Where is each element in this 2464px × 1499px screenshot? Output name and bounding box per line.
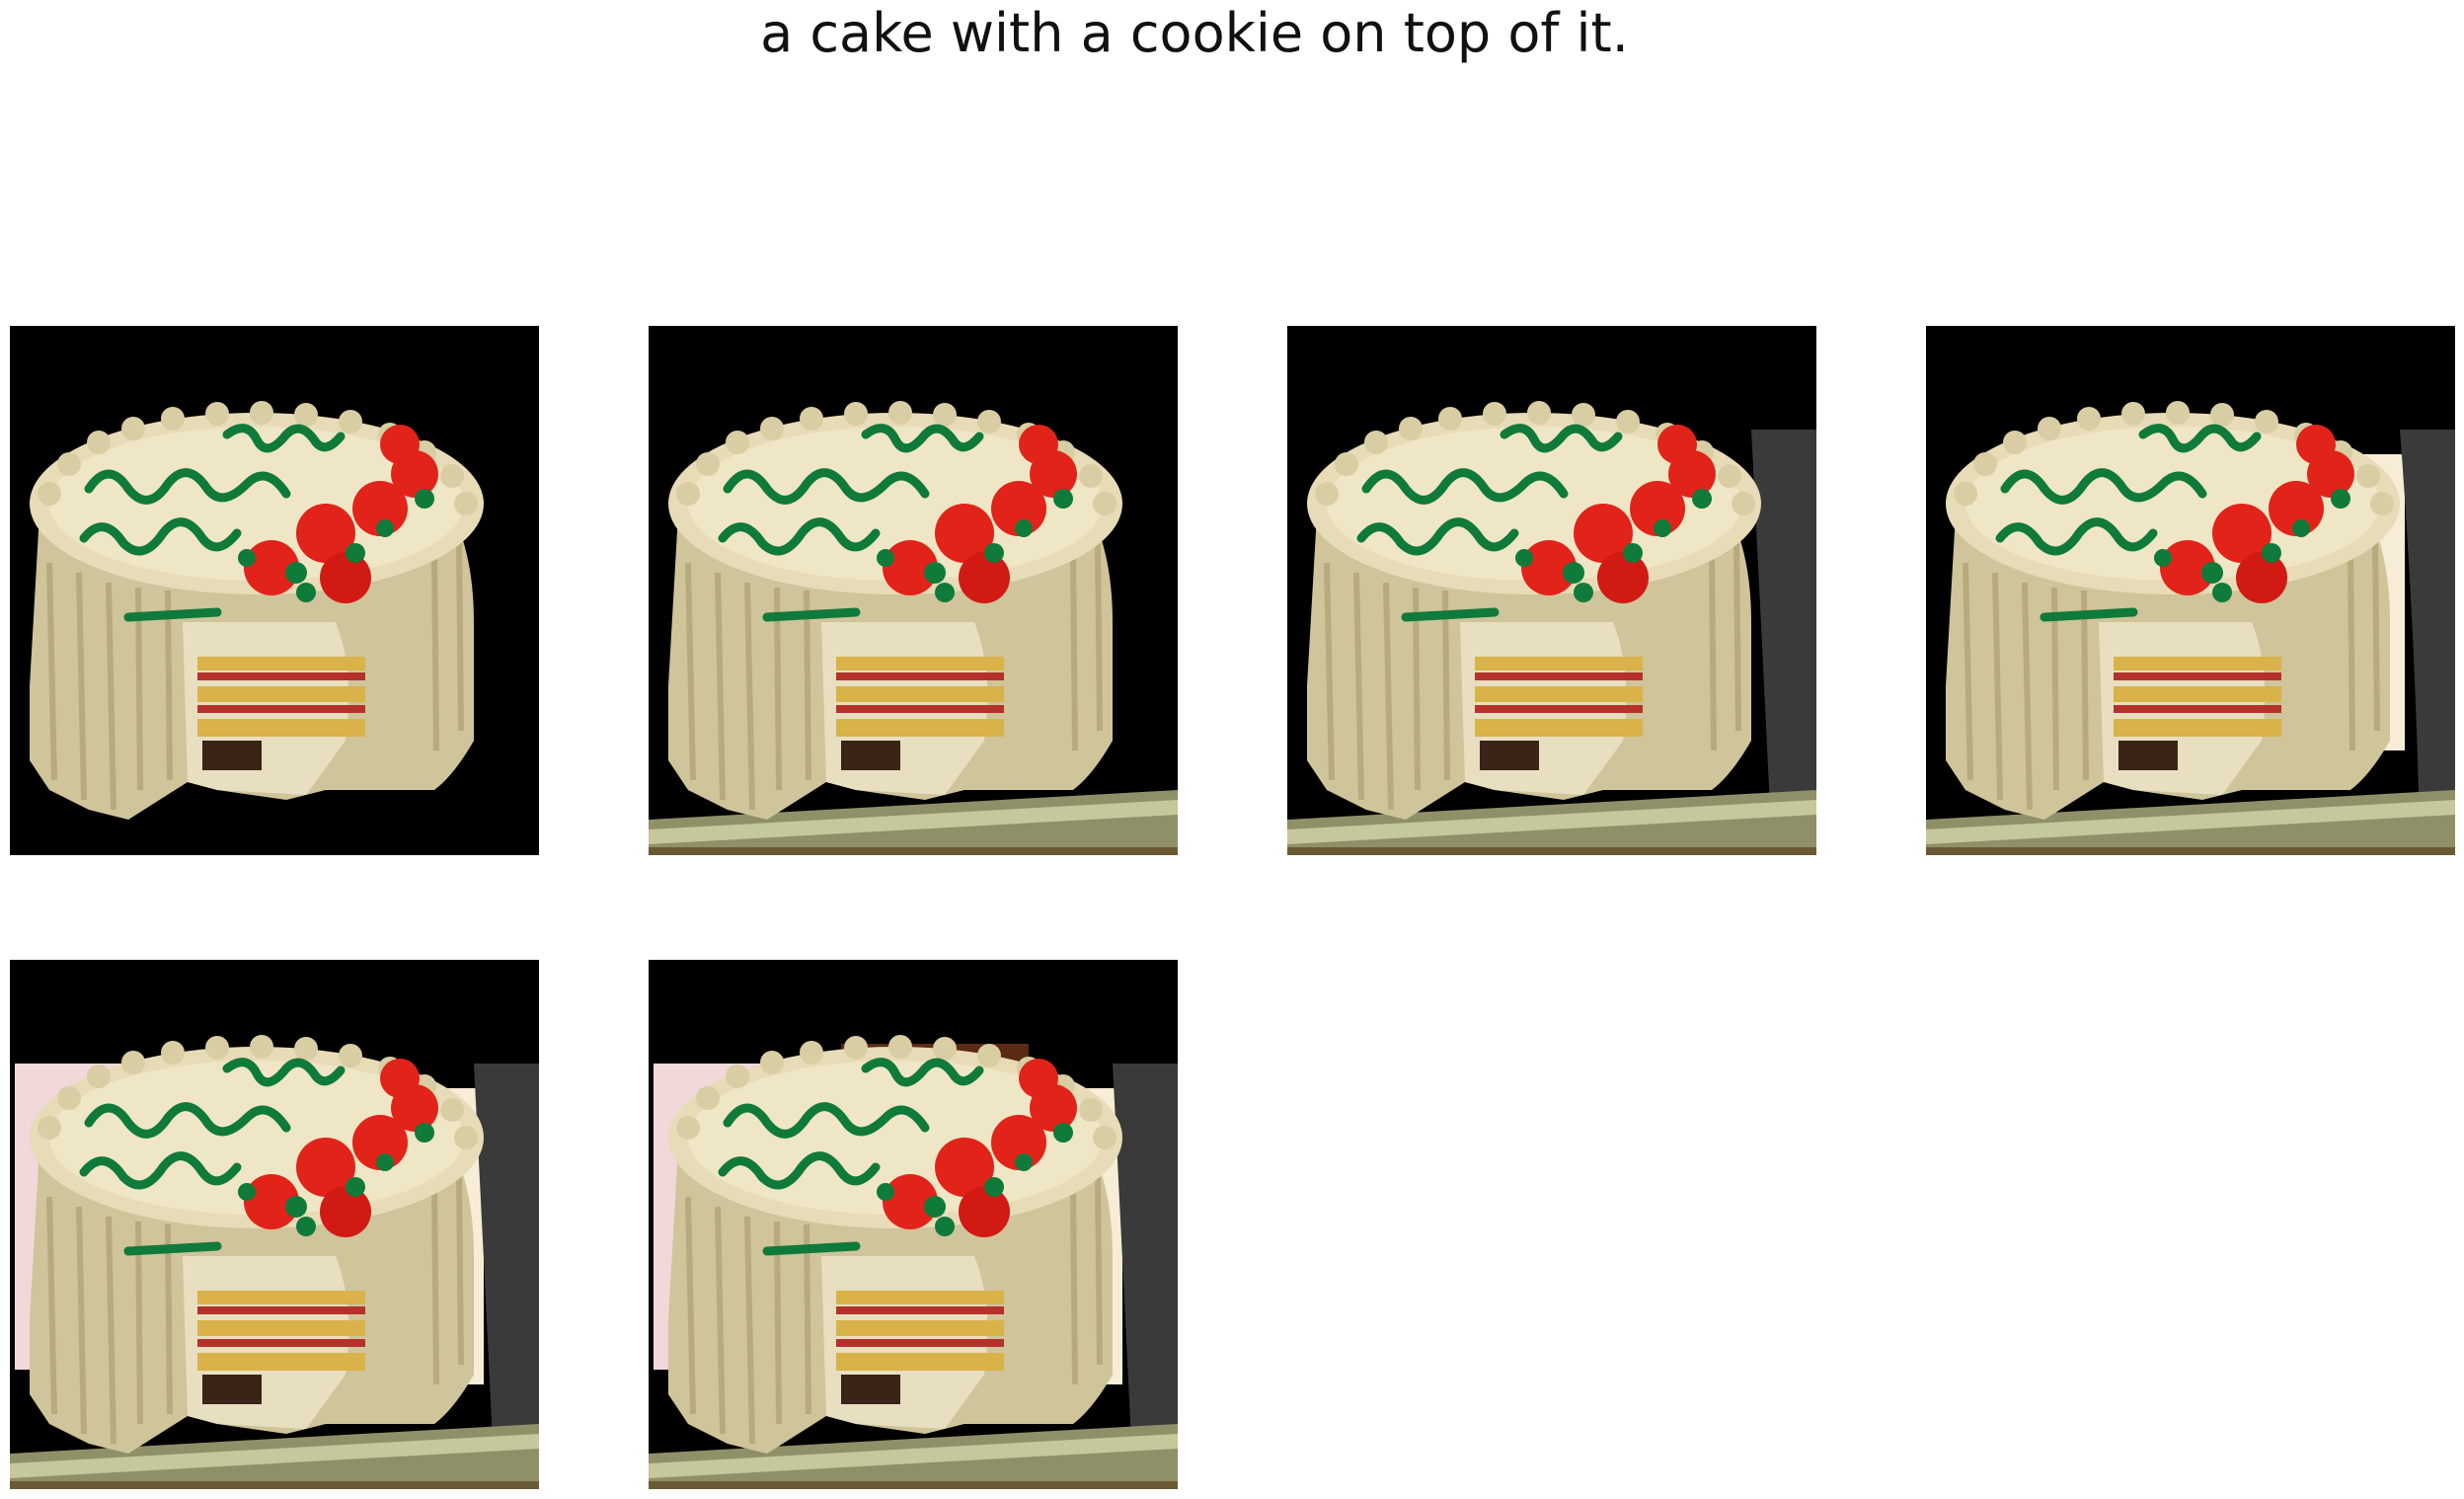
frame-1 — [10, 326, 539, 855]
cake-image — [649, 326, 1178, 855]
cake-image — [10, 960, 539, 1489]
frame-2 — [649, 326, 1178, 855]
image-caption: a cake with a cookie on top of it. — [760, 2, 1629, 64]
frame-6 — [649, 960, 1178, 1489]
frame-4 — [1926, 326, 2455, 855]
cake-image — [1287, 326, 1816, 855]
frame-3 — [1287, 326, 1816, 855]
cake-image — [10, 326, 539, 855]
cake-image — [649, 960, 1178, 1489]
frame-5 — [10, 960, 539, 1489]
cake-image — [1926, 326, 2455, 855]
